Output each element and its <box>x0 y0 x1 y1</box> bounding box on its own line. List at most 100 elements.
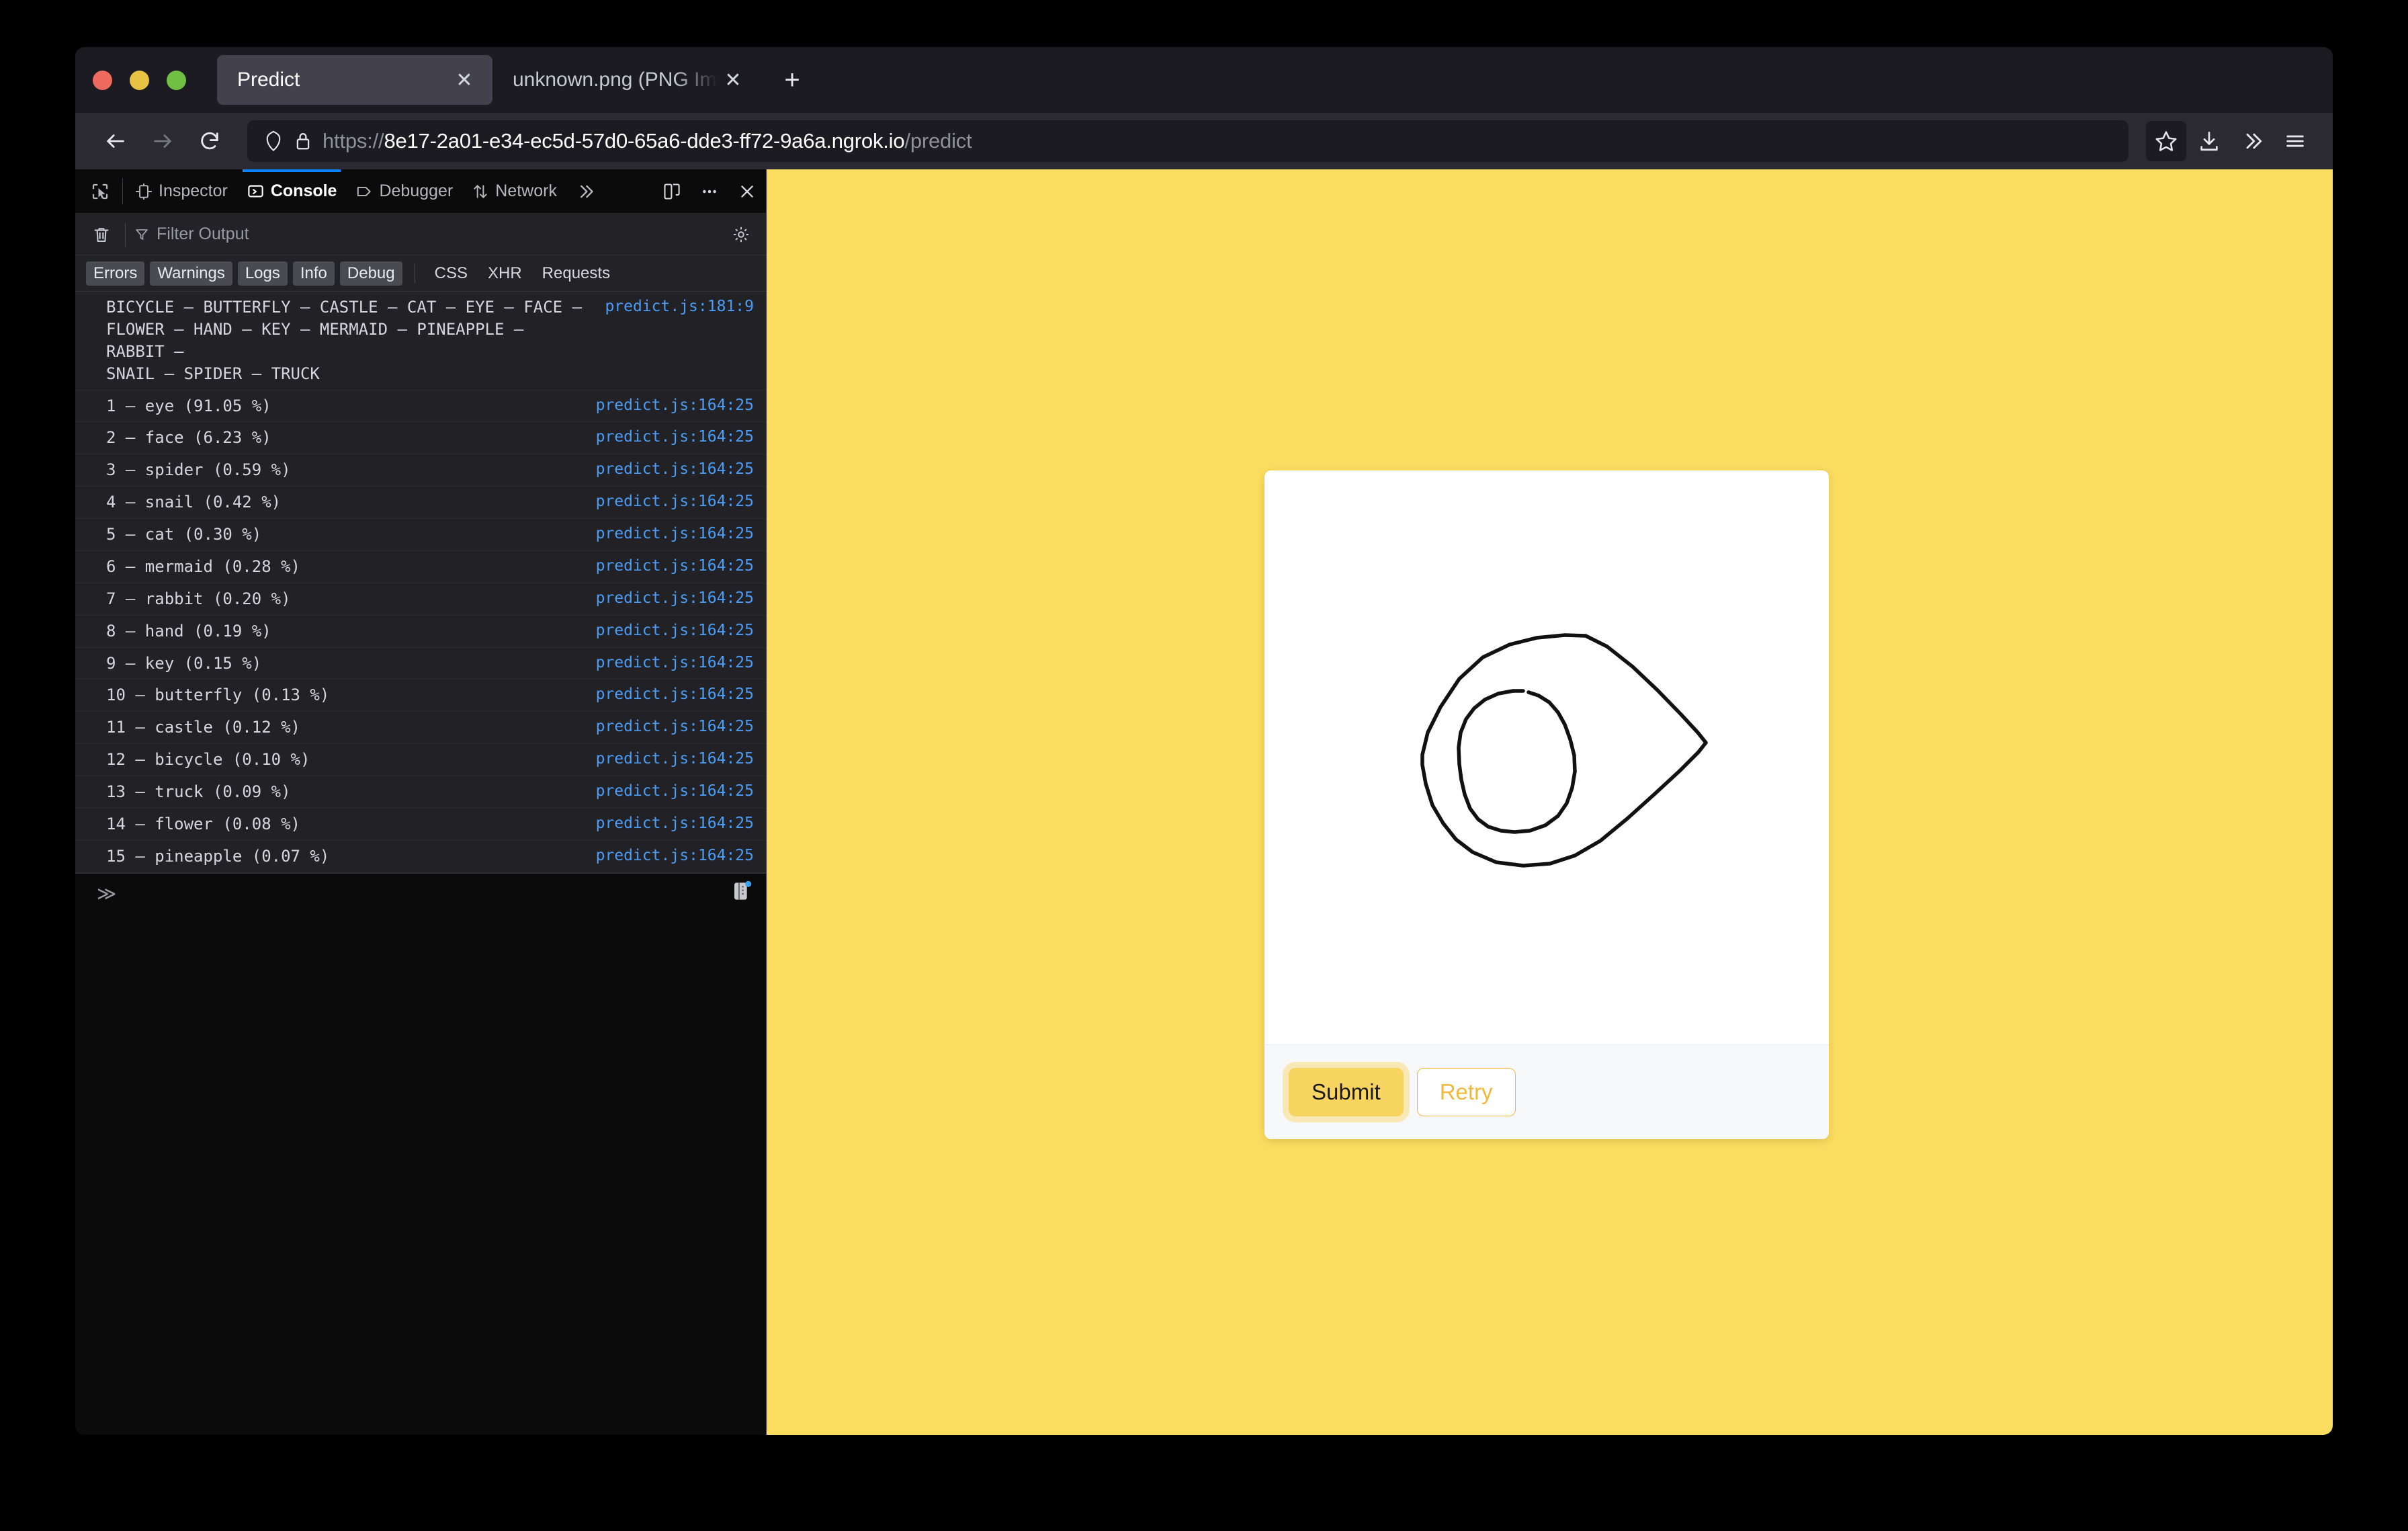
console-message[interactable]: 2 – face (6.23 %)predict.js:164:25 <box>75 422 766 454</box>
console-message[interactable]: 13 – truck (0.09 %)predict.js:164:25 <box>75 776 766 809</box>
console-message-text: 8 – hand (0.19 %) <box>106 620 285 643</box>
console-message[interactable]: 6 – mermaid (0.28 %)predict.js:164:25 <box>75 551 766 583</box>
console-message-source-link[interactable]: predict.js:164:25 <box>596 556 754 577</box>
console-message[interactable]: 3 – spider (0.59 %)predict.js:164:25 <box>75 454 766 487</box>
console-message-source-link[interactable]: predict.js:164:25 <box>596 588 754 610</box>
window-traffic-lights <box>93 71 186 90</box>
shield-icon[interactable] <box>263 130 284 152</box>
devtools-tab-label: Debugger <box>379 181 453 201</box>
console-message[interactable]: 5 – cat (0.30 %) predict.js:164:25 <box>75 519 766 551</box>
card-footer: Submit Retry <box>1264 1044 1829 1139</box>
lock-icon[interactable] <box>294 131 312 151</box>
devtools-tab-debugger[interactable]: Debugger <box>346 169 462 213</box>
browser-window: Predict ✕ unknown.png (PNG Image, 701 × … <box>75 47 2333 1435</box>
retry-button[interactable]: Retry <box>1417 1068 1516 1116</box>
element-picker-icon[interactable] <box>79 169 120 213</box>
console-message-text: 5 – cat (0.30 %) <box>106 524 275 546</box>
tab-close-icon[interactable]: ✕ <box>720 67 746 93</box>
tab-title: unknown.png (PNG Image, 701 × 695 <box>513 69 720 91</box>
network-icon <box>472 183 489 200</box>
minimize-window-button[interactable] <box>130 71 149 90</box>
console-output[interactable]: BICYCLE – BUTTERFLY – CASTLE – CAT – EYE… <box>75 292 766 1435</box>
filter-warnings[interactable]: Warnings <box>150 261 232 286</box>
console-message-source-link[interactable]: predict.js:164:25 <box>596 395 754 417</box>
toolbar-divider <box>125 222 126 247</box>
console-message-text: 9 – key (0.15 %) <box>106 653 275 675</box>
back-arrow-icon[interactable] <box>95 121 136 161</box>
console-message-source-link[interactable]: predict.js:164:25 <box>596 749 754 770</box>
console-message-source-link[interactable]: predict.js:164:25 <box>596 684 754 706</box>
filter-css[interactable]: CSS <box>427 261 475 286</box>
console-message-source-link[interactable]: predict.js:164:25 <box>596 524 754 545</box>
hamburger-menu-icon[interactable] <box>2275 121 2315 161</box>
responsive-design-mode-icon[interactable] <box>653 169 691 213</box>
console-message-source-link[interactable]: predict.js:164:25 <box>596 653 754 674</box>
url-bar[interactable]: https://8e17-2a01-e34-ec5d-57d0-65a6-dde… <box>247 120 2128 162</box>
filter-xhr[interactable]: XHR <box>480 261 529 286</box>
star-icon[interactable] <box>2146 121 2186 161</box>
trash-icon[interactable] <box>86 219 117 250</box>
tab-unknown-png[interactable]: unknown.png (PNG Image, 701 × 695 ✕ <box>492 55 761 105</box>
multiline-editor-icon[interactable] <box>731 879 754 903</box>
console-message[interactable]: 10 – butterfly (0.13 %) predict.js:164:25 <box>75 679 766 712</box>
inspector-icon <box>135 183 153 200</box>
devtools-close-icon[interactable] <box>728 169 766 213</box>
console-message-text: 7 – rabbit (0.20 %) <box>106 588 304 610</box>
drawing-canvas[interactable] <box>1264 470 1829 1044</box>
filter-info[interactable]: Info <box>293 261 335 286</box>
filter-errors[interactable]: Errors <box>86 261 144 286</box>
browser-content: Inspector Console Debugger <box>75 169 2333 1435</box>
console-message-source-link[interactable]: predict.js:164:25 <box>596 620 754 642</box>
url-text: https://8e17-2a01-e34-ec5d-57d0-65a6-dde… <box>322 129 972 153</box>
console-message-text: 10 – butterfly (0.13 %) <box>106 684 343 706</box>
console-level-filters: Errors Warnings Logs Info Debug CSS XHR … <box>75 255 766 292</box>
close-window-button[interactable] <box>93 71 112 90</box>
console-message[interactable]: 11 – castle (0.12 %)predict.js:164:25 <box>75 712 766 744</box>
console-filter-bar: Filter Output <box>75 214 766 255</box>
filter-debug[interactable]: Debug <box>340 261 402 286</box>
chevron-double-right-icon[interactable] <box>2232 121 2272 161</box>
navigation-toolbar: https://8e17-2a01-e34-ec5d-57d0-65a6-dde… <box>75 113 2333 169</box>
download-icon[interactable] <box>2189 121 2229 161</box>
console-message[interactable]: 15 – pineapple (0.07 %)predict.js:164:25 <box>75 841 766 873</box>
console-message-source-link[interactable]: predict.js:164:25 <box>596 427 754 448</box>
filter-logs[interactable]: Logs <box>238 261 288 286</box>
console-message-source-link[interactable]: predict.js:181:9 <box>605 296 754 318</box>
console-message-source-link[interactable]: predict.js:164:25 <box>596 813 754 835</box>
web-page-viewport: Submit Retry <box>767 169 2333 1435</box>
submit-button[interactable]: Submit <box>1289 1068 1404 1116</box>
gear-icon[interactable] <box>726 219 757 250</box>
console-message[interactable]: 8 – hand (0.19 %) predict.js:164:25 <box>75 616 766 648</box>
console-message-source-link[interactable]: predict.js:164:25 <box>596 845 754 867</box>
forward-arrow-icon[interactable] <box>142 121 183 161</box>
console-message[interactable]: 9 – key (0.15 %) predict.js:164:25 <box>75 648 766 680</box>
devtools-tab-console[interactable]: Console <box>237 169 347 213</box>
console-message-source-link[interactable]: predict.js:164:25 <box>596 716 754 738</box>
console-message-list: BICYCLE – BUTTERFLY – CASTLE – CAT – EYE… <box>75 292 766 873</box>
reload-icon[interactable] <box>189 121 230 161</box>
console-message-source-link[interactable]: predict.js:164:25 <box>596 459 754 481</box>
devtools-more-tools-icon[interactable] <box>566 169 604 213</box>
console-message[interactable]: 12 – bicycle (0.10 %)predict.js:164:25 <box>75 744 766 776</box>
devtools-tab-network[interactable]: Network <box>462 169 566 213</box>
devtools-tab-inspector[interactable]: Inspector <box>126 169 237 213</box>
console-input[interactable]: ≫ <box>75 873 766 1435</box>
maximize-window-button[interactable] <box>167 71 186 90</box>
console-message[interactable]: 14 – flower (0.08 %)predict.js:164:25 <box>75 809 766 841</box>
filter-requests[interactable]: Requests <box>535 261 617 286</box>
console-message[interactable]: BICYCLE – BUTTERFLY – CASTLE – CAT – EYE… <box>75 292 766 390</box>
drawing-card: Submit Retry <box>1264 470 1829 1139</box>
devtools-tab-label: Network <box>495 181 557 201</box>
tab-predict[interactable]: Predict ✕ <box>217 55 492 105</box>
console-message[interactable]: 7 – rabbit (0.20 %) predict.js:164:25 <box>75 583 766 616</box>
new-tab-button[interactable]: + <box>773 61 811 99</box>
filter-output-input[interactable]: Filter Output <box>134 224 726 244</box>
eye-drawing <box>1264 470 1829 1044</box>
devtools-meatball-menu-icon[interactable] <box>691 169 728 213</box>
tab-close-icon[interactable]: ✕ <box>451 67 478 93</box>
console-message-source-link[interactable]: predict.js:164:25 <box>596 491 754 513</box>
console-message-source-link[interactable]: predict.js:164:25 <box>596 781 754 802</box>
console-message[interactable]: 4 – snail (0.42 %)predict.js:164:25 <box>75 487 766 519</box>
console-message[interactable]: 1 – eye (91.05 %)predict.js:164:25 <box>75 390 766 423</box>
toolbar-divider <box>122 178 123 204</box>
